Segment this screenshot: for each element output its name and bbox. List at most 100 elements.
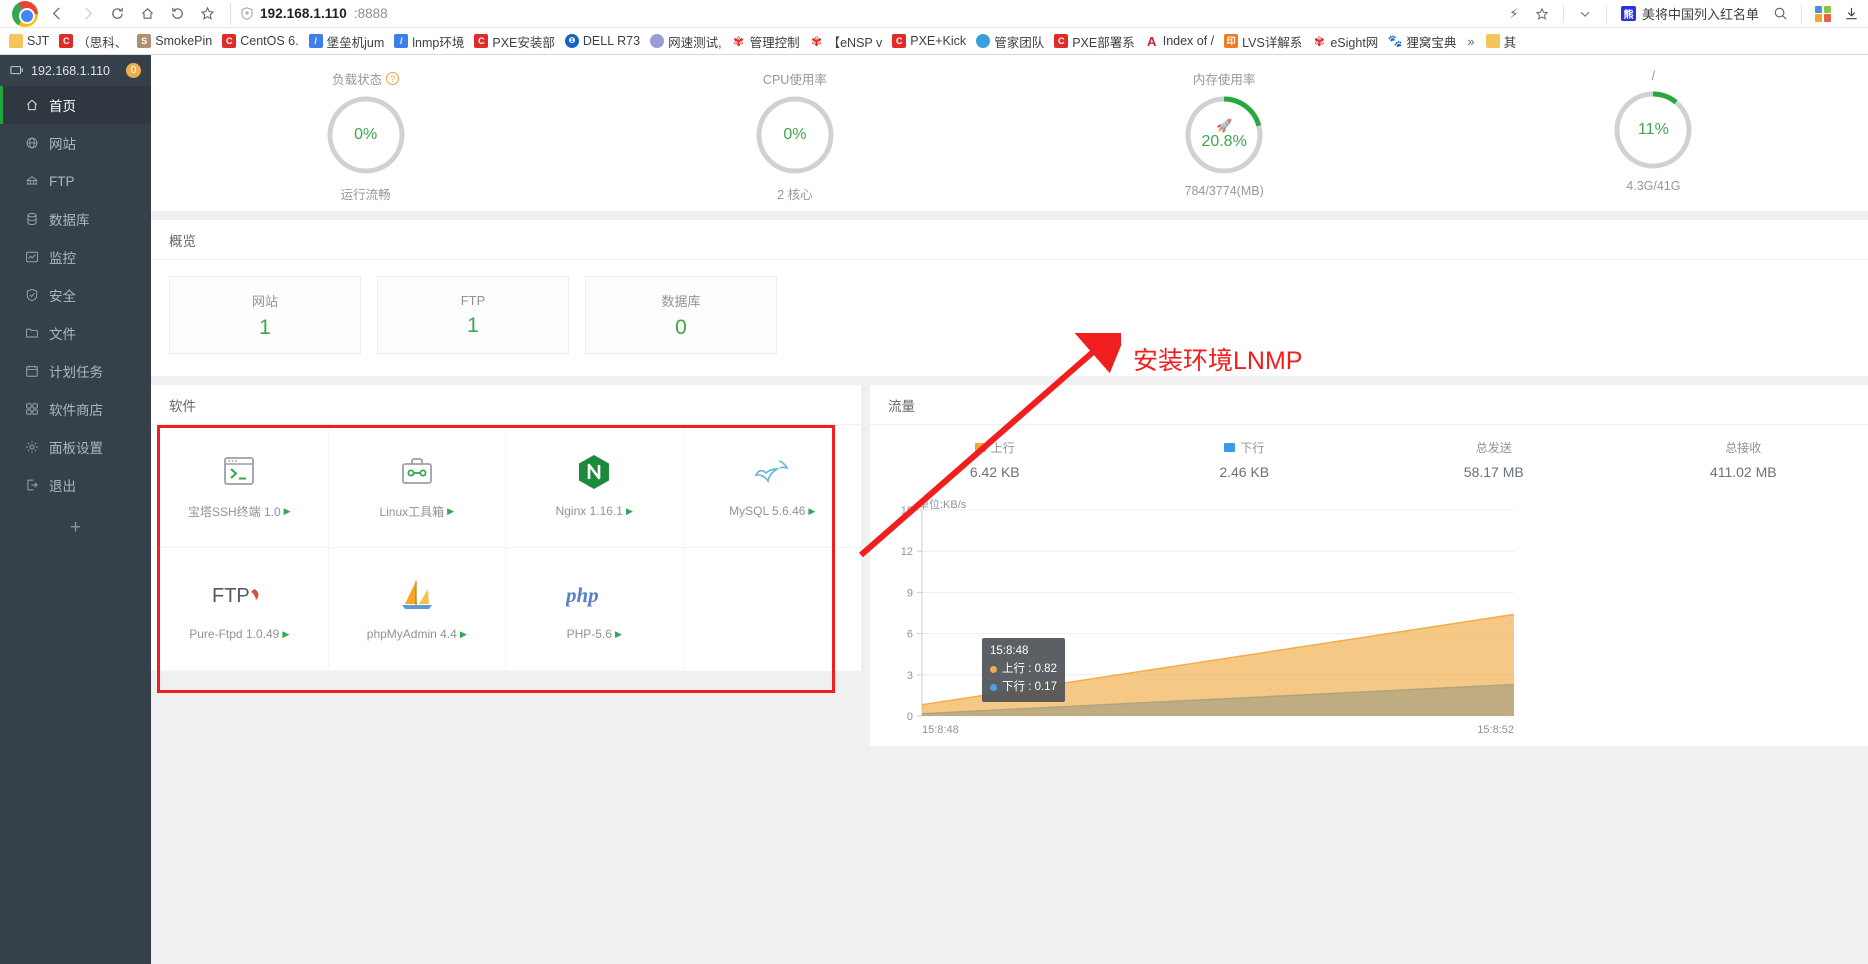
play-icon[interactable]: ▶: [284, 506, 291, 517]
apps-grid-icon[interactable]: [1810, 1, 1836, 27]
bookmark-item[interactable]: / 堡垒机jum: [304, 30, 390, 53]
annotation-callout-text: 安装环境LNMP: [1133, 347, 1303, 375]
play-icon[interactable]: ▶: [808, 506, 815, 517]
overview-tile-value: 1: [259, 315, 271, 339]
sidebar-item-1[interactable]: 首页: [0, 86, 151, 124]
bookmark-star-button[interactable]: [192, 1, 222, 27]
sidebar-item-label: 面板设置: [49, 441, 103, 456]
sidebar-item-label: 软件商店: [49, 403, 103, 418]
terminal-icon: [221, 453, 257, 489]
search-icon[interactable]: [1767, 1, 1793, 27]
search-suggestion-pill[interactable]: 熊 美将中国列入红名单: [1615, 4, 1765, 23]
bookmark-item[interactable]: 网速测试,: [645, 30, 726, 53]
play-icon[interactable]: ▶: [615, 629, 622, 640]
play-icon[interactable]: ▶: [447, 506, 454, 517]
history-button[interactable]: [162, 1, 192, 27]
php-icon: php: [566, 577, 622, 613]
sidebar-item-6[interactable]: 安全: [0, 276, 151, 314]
bookmark-label: eSight网: [1330, 35, 1379, 50]
bookmark-item[interactable]: C CentOS 6.: [217, 32, 303, 50]
bookmark-item[interactable]: ✾ 【eNSP v: [805, 30, 888, 53]
bookmark-item[interactable]: C PXE+Kick: [887, 32, 971, 50]
bookmark-label: DELL R73: [582, 34, 641, 48]
sidebar-item-11[interactable]: 退出: [0, 466, 151, 504]
back-button[interactable]: [42, 1, 72, 27]
svg-text:15:8:48: 15:8:48: [922, 724, 959, 736]
traffic-title: 流量: [870, 385, 1868, 425]
overview-tile-3[interactable]: 数据库 0: [585, 276, 777, 354]
software-item-5[interactable]: FTP Pure-Ftpd 1.0.49 ▶: [151, 548, 329, 671]
overview-tile-value: 1: [467, 313, 479, 337]
site-icon: C: [892, 34, 907, 48]
play-icon[interactable]: ▶: [282, 629, 289, 640]
mysql-dolphin-icon: [752, 454, 792, 490]
sidebar-item-4[interactable]: 数据库: [0, 200, 151, 238]
overview-tile-1[interactable]: 网站 1: [169, 276, 361, 354]
forward-button[interactable]: [72, 1, 102, 27]
bookmark-label: 【eNSP v: [827, 35, 883, 50]
software-item-6[interactable]: phpMyAdmin 4.4 ▶: [328, 548, 506, 671]
bookmark-item[interactable]: ✾ 管理控制: [727, 30, 805, 53]
browser-toolbar: 192.168.1.110:8888 ⚡ 熊 美将中国列入红名单: [0, 0, 1868, 28]
bookmark-other-folder[interactable]: 其: [1481, 30, 1522, 53]
overview-tile-label: 网站: [251, 293, 278, 309]
traffic-area-chart[interactable]: 0 3 6 9 12 15 15:8:48 15:8:52: [870, 496, 1530, 746]
bookmark-label: 管理控制: [749, 35, 800, 50]
software-item-7[interactable]: php PHP-5.6 ▶: [506, 548, 684, 671]
sidebar-item-5[interactable]: 监控: [0, 238, 151, 276]
bookmarks-overflow-button[interactable]: »: [1461, 34, 1480, 49]
sidebar-item-9[interactable]: 软件商店: [0, 390, 151, 428]
logout-icon: [24, 478, 39, 492]
download-icon[interactable]: [1838, 1, 1864, 27]
sidebar-item-2[interactable]: 网站: [0, 124, 151, 162]
sidebar-item-3[interactable]: FTP: [0, 162, 151, 200]
play-icon[interactable]: ▶: [626, 506, 633, 517]
calendar-icon: [24, 364, 39, 378]
bookmark-label: PXE+Kick: [910, 34, 967, 48]
gauge-value: 0%: [354, 126, 378, 143]
bookmark-item[interactable]: ✾ eSight网: [1307, 30, 1383, 53]
software-item-3[interactable]: Nginx 1.16.1 ▶: [506, 425, 684, 548]
star-outline-icon[interactable]: [1529, 1, 1555, 27]
gauge-value-wrap: 0%: [754, 94, 836, 176]
bookmark-item[interactable]: 管家团队: [971, 30, 1049, 53]
software-item-2[interactable]: Linux工具箱 ▶: [328, 425, 506, 548]
bookmark-item[interactable]: ❶ DELL R73: [560, 32, 645, 50]
server-icon: [9, 64, 24, 78]
play-icon[interactable]: ▶: [460, 629, 467, 640]
sidebar-item-7[interactable]: 文件: [0, 314, 151, 352]
reload-button[interactable]: [102, 1, 132, 27]
overview-title: 概览: [151, 220, 1868, 260]
address-bar[interactable]: 192.168.1.110:8888: [230, 2, 1495, 25]
sidebar-item-8[interactable]: 计划任务: [0, 352, 151, 390]
overview-tile-2[interactable]: FTP 1: [377, 276, 569, 354]
bookmark-item[interactable]: C PXE安装部: [469, 30, 560, 53]
site-icon: /: [308, 34, 323, 48]
site-info-icon[interactable]: [241, 7, 253, 20]
sidebar-item-10[interactable]: 面板设置: [0, 428, 151, 466]
bookmark-item[interactable]: C PXE部署系: [1049, 30, 1140, 53]
software-empty-cell: [684, 548, 862, 671]
sidebar-add-button[interactable]: +: [0, 508, 151, 548]
tooltip-time: 15:8:48: [990, 645, 1029, 657]
software-item-label: PHP-5.6 ▶: [566, 627, 622, 641]
bookmark-item[interactable]: S SmokePin: [132, 32, 217, 50]
bookmark-item[interactable]: SJT: [4, 32, 54, 50]
sidebar-item-label: 文件: [49, 327, 76, 342]
lightning-icon[interactable]: ⚡: [1501, 1, 1527, 27]
software-item-4[interactable]: MySQL 5.6.46 ▶: [683, 425, 861, 548]
gauge-value: 0%: [783, 126, 807, 143]
bookmark-item[interactable]: 印 LVS详解系: [1219, 30, 1307, 53]
phpmyadmin-icon: [399, 577, 435, 613]
bookmark-item[interactable]: 🐾 狸窝宝典: [1383, 30, 1461, 53]
home-button[interactable]: [132, 1, 162, 27]
bookmark-item[interactable]: C （思科、: [54, 30, 132, 53]
ftp-logo-icon: FTP: [212, 577, 266, 613]
software-item-1[interactable]: 宝塔SSH终端 1.0 ▶: [151, 425, 329, 548]
bookmark-item[interactable]: A Index of /: [1140, 32, 1219, 50]
chevron-down-icon[interactable]: [1572, 1, 1598, 27]
bookmark-item[interactable]: / lnmp环境: [389, 30, 469, 53]
sidebar-badge[interactable]: 0: [126, 63, 141, 78]
help-icon[interactable]: ?: [386, 72, 400, 85]
gauge-ring: 0%: [754, 94, 836, 176]
